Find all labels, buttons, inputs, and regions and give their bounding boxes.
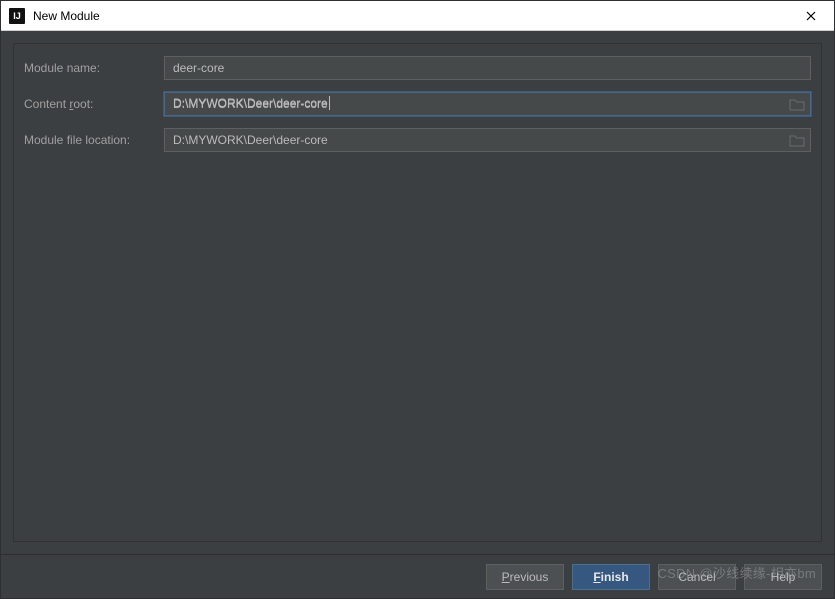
cancel-button[interactable]: Cancel [658,564,736,590]
finish-mnemonic: F [593,570,600,584]
module-file-location-label: Module file location: [24,133,164,147]
titlebar: IJ New Module [1,1,834,31]
content-root-label: Content root: [24,97,164,111]
module-name-input-wrap [164,56,811,80]
module-name-label: Module name: [24,61,164,75]
content-root-input[interactable] [164,92,811,116]
new-module-dialog: IJ New Module Module name: Content root: [0,0,835,599]
previous-button[interactable]: Previous [486,564,564,590]
previous-mnemonic: P [502,570,510,584]
help-button[interactable]: Help [744,564,822,590]
content-root-label-pre: Content [24,97,69,111]
module-name-input[interactable] [164,56,811,80]
content-area: Module name: Content root: D:\MYWORK\Dee… [1,31,834,554]
row-content-root: Content root: D:\MYWORK\Deer\deer-core [24,92,811,116]
module-file-location-input[interactable] [164,128,811,152]
row-module-name: Module name: [24,56,811,80]
content-root-label-post: oot: [73,97,93,111]
footer: Previous Finish Cancel Help CSDN @沙线续缘-相… [1,554,834,598]
finish-button[interactable]: Finish [572,564,650,590]
browse-module-file-location-icon[interactable] [789,133,805,147]
form-area: Module name: Content root: D:\MYWORK\Dee… [13,43,822,542]
browse-content-root-icon[interactable] [789,97,805,111]
module-file-location-input-wrap [164,128,811,152]
content-root-input-wrap: D:\MYWORK\Deer\deer-core [164,92,811,116]
close-button[interactable] [790,2,832,30]
window-title: New Module [33,9,790,23]
finish-rest: inish [601,570,629,584]
app-icon: IJ [9,8,25,24]
previous-rest: revious [510,570,549,584]
row-module-file-location: Module file location: [24,128,811,152]
